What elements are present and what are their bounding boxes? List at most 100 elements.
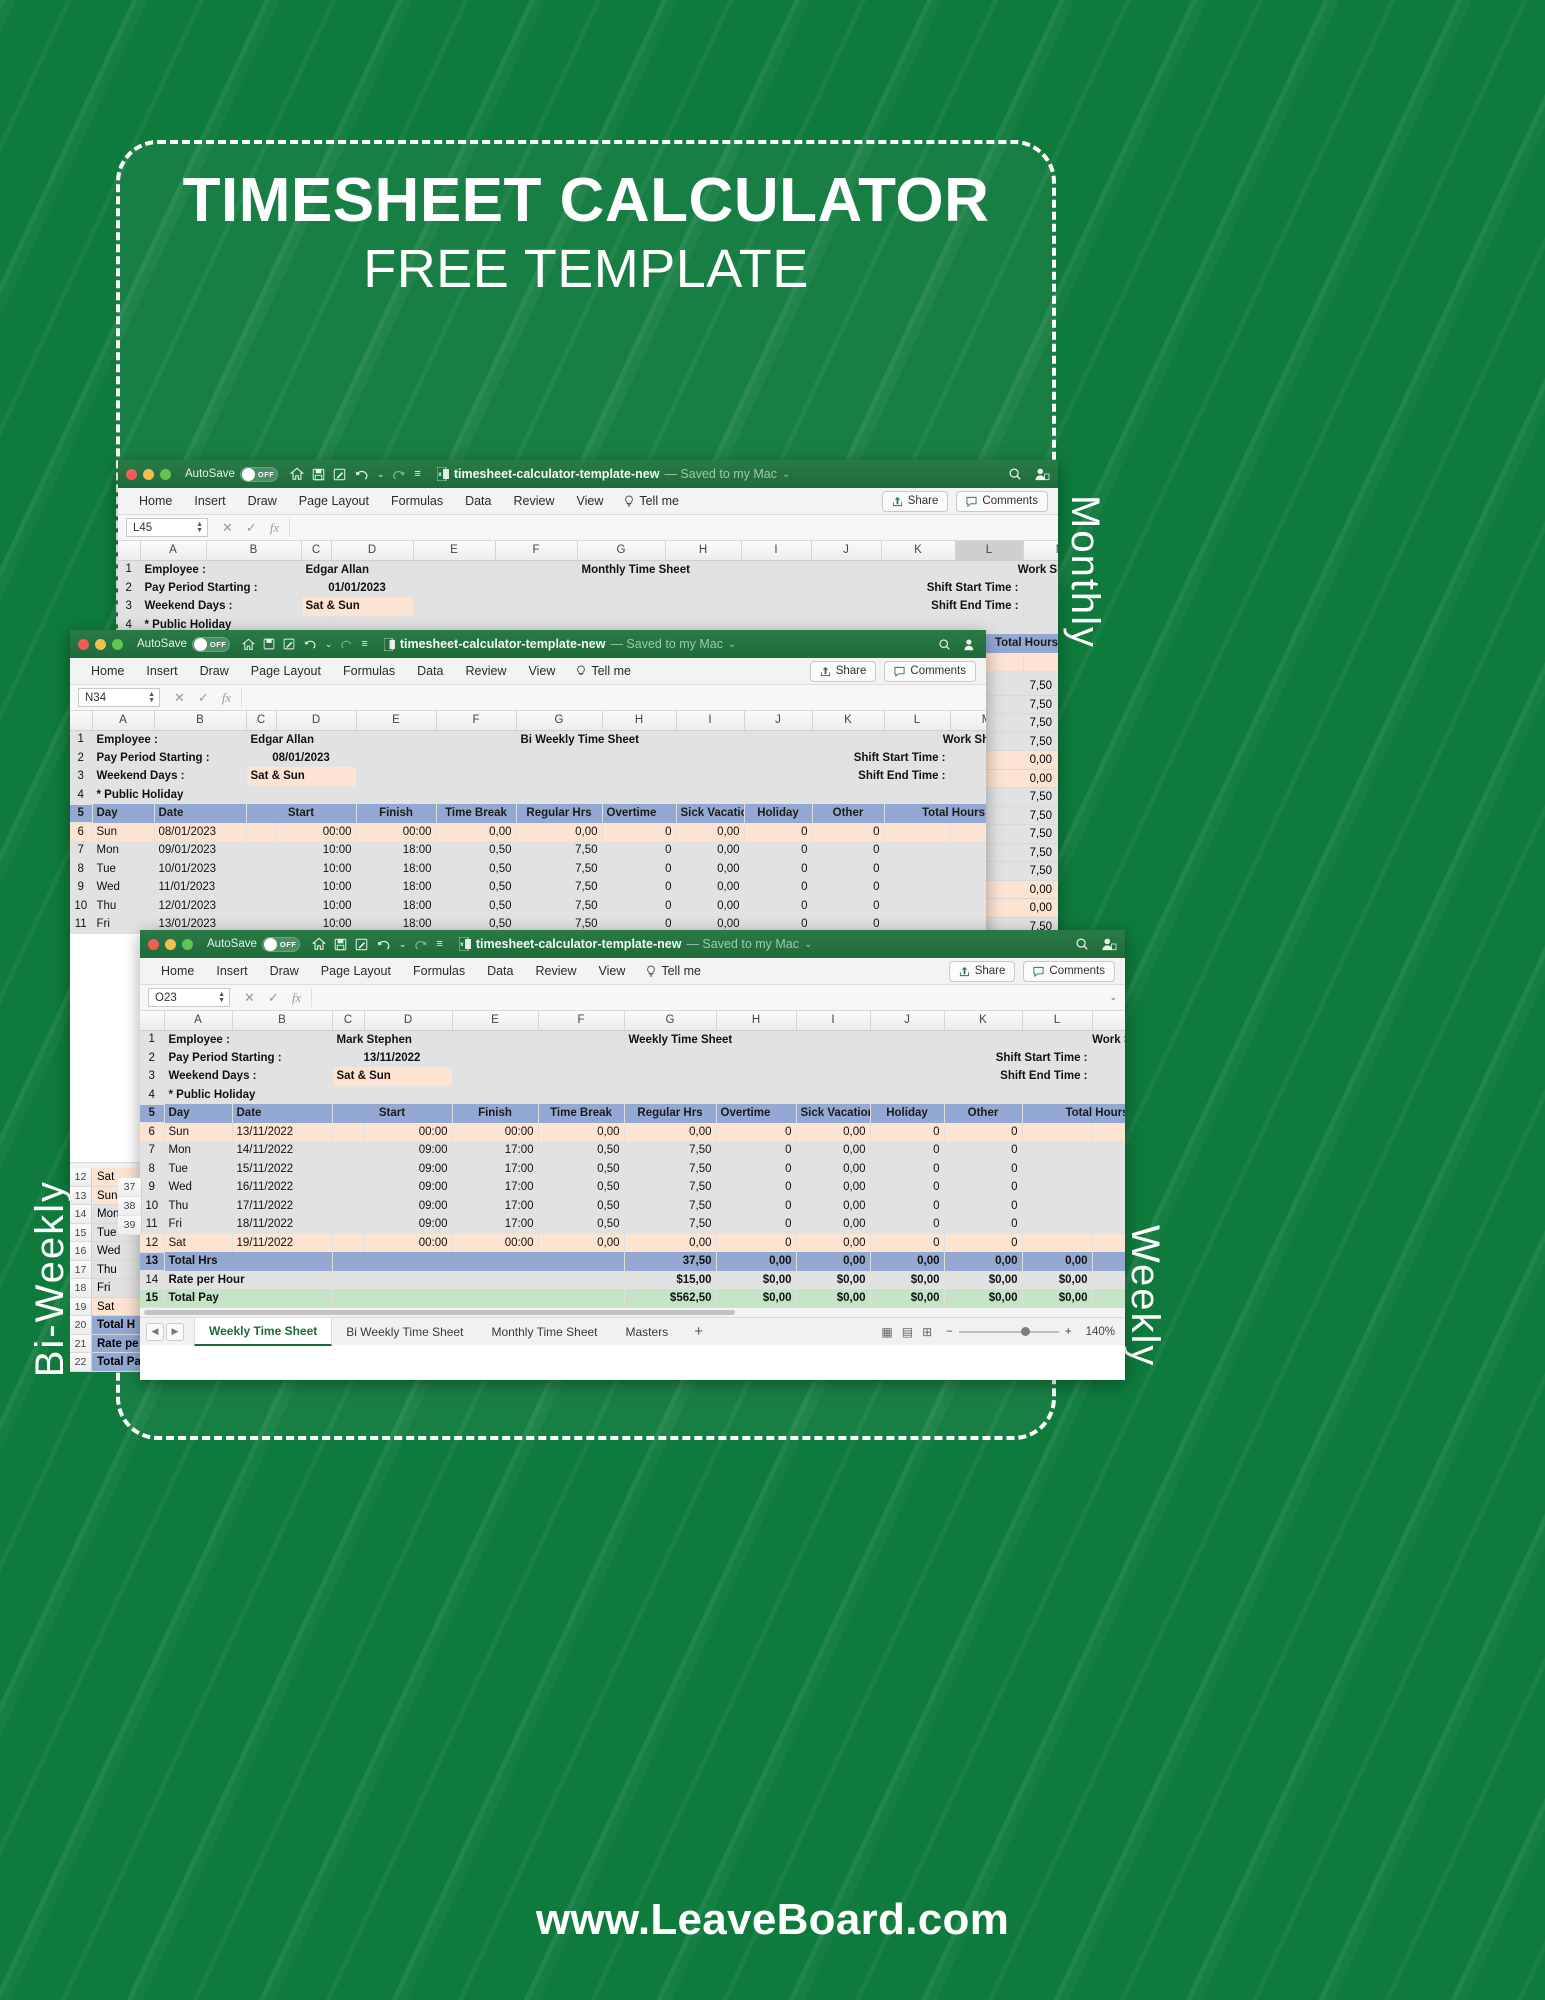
sp[interactable] [332, 1252, 625, 1271]
col-K[interactable]: K [881, 541, 956, 561]
autosave-toggle[interactable]: OFF [261, 936, 300, 952]
cell-finish[interactable]: 00:00 [452, 1233, 539, 1252]
col-C[interactable]: C [332, 1011, 365, 1031]
formula-actions[interactable]: ✕ ✓ fx [244, 990, 301, 1006]
row-header-22[interactable]: 22 [70, 1353, 92, 1371]
cell-finish[interactable]: 17:00 [452, 1196, 539, 1215]
grid-weekly[interactable]: A B C D E F G H I J K L M 1 Employee : M… [140, 1011, 1125, 1308]
cell-overtime[interactable]: 0 [716, 1178, 797, 1197]
row-header-39[interactable]: 39 [118, 1216, 142, 1235]
cell-start[interactable]: 10:00 [276, 841, 357, 860]
summary-label[interactable]: Rate per Hour [164, 1270, 333, 1289]
cell-time-break[interactable]: 0,50 [538, 1178, 625, 1197]
row-header-1[interactable]: 1 [70, 730, 93, 749]
cell-time-break[interactable]: 0,00 [436, 822, 517, 841]
cell-spacer[interactable] [246, 822, 277, 841]
cell-time-break[interactable]: 0,50 [436, 841, 517, 860]
cell-regular-hrs[interactable]: 7,50 [516, 841, 603, 860]
cell-regular-hrs[interactable]: 0,00 [624, 1233, 717, 1252]
row-header-12[interactable]: 12 [140, 1233, 165, 1253]
cell-day[interactable]: Mon [164, 1141, 233, 1160]
cell-total-hours[interactable]: 7,50 [950, 859, 986, 878]
cell-regular-hrs[interactable]: 7,50 [516, 878, 603, 897]
cell-time-break[interactable]: 0,50 [436, 878, 517, 897]
col-D[interactable]: D [331, 541, 414, 561]
insert-function-icon[interactable]: fx [292, 990, 301, 1006]
share-button[interactable]: Share [948, 960, 1016, 982]
prev-sheet-icon[interactable]: ◀ [146, 1322, 164, 1341]
ribbon-tab-formulas[interactable]: Formulas [380, 488, 454, 515]
cell-sick-vacation[interactable]: 0,00 [796, 1159, 871, 1178]
formula-bar-monthly[interactable]: L45 ▲ ▼ ✕ ✓ fx [118, 515, 1058, 541]
cell-other[interactable]: 0 [944, 1141, 1023, 1160]
cell-overtime[interactable]: 0 [602, 841, 677, 860]
cell-spacer2[interactable] [1022, 1159, 1093, 1178]
summary-regular[interactable]: $15,00 [624, 1270, 717, 1289]
qat-overflow-icon[interactable]: ≡ [361, 638, 367, 650]
cell-other[interactable]: 0 [812, 859, 885, 878]
cell-other[interactable]: 0 [944, 1178, 1023, 1197]
insert-function-icon[interactable]: fx [270, 520, 279, 536]
cell-time-break[interactable]: 0,50 [538, 1159, 625, 1178]
summary-sick[interactable]: $0,00 [796, 1270, 871, 1289]
cell-holiday[interactable]: 0 [744, 878, 813, 897]
grid-biweekly[interactable]: A B C D E F G H I J K L M 1 Employee : E… [70, 711, 986, 934]
row-header-20[interactable]: 20 [70, 1316, 92, 1334]
ribbon-tab-page-layout[interactable]: Page Layout [288, 488, 380, 515]
cell-spacer[interactable] [332, 1159, 365, 1178]
ribbon-tab-formulas[interactable]: Formulas [402, 958, 476, 985]
row-header-19[interactable]: 19 [70, 1297, 92, 1315]
cell-day[interactable]: Fri [92, 1279, 110, 1297]
cell-start[interactable]: 09:00 [364, 1141, 453, 1160]
row-header-2[interactable]: 2 [140, 1048, 165, 1068]
row-header-18[interactable]: 18 [70, 1279, 92, 1297]
cell-day[interactable]: Fri [164, 1215, 233, 1234]
col-E[interactable]: E [452, 1011, 539, 1031]
sheet-tab-biweekly[interactable]: Bi Weekly Time Sheet [332, 1319, 477, 1345]
cell-regular-hrs[interactable]: 7,50 [624, 1196, 717, 1215]
row-header-13[interactable]: 13 [140, 1252, 165, 1271]
cell-overtime[interactable]: 0 [716, 1122, 797, 1141]
tell-me-button[interactable]: Tell me [566, 664, 641, 678]
zoom-out-icon[interactable]: − [946, 1326, 953, 1338]
weekend-value-biweekly[interactable]: Sat & Sun [246, 767, 357, 786]
col-J[interactable]: J [811, 541, 882, 561]
weekend-value-monthly[interactable]: Sat & Sun [301, 597, 414, 616]
cell-day[interactable]: Sat [92, 1168, 114, 1186]
cell-time-break[interactable]: 0,50 [436, 859, 517, 878]
row-header-15[interactable]: 15 [140, 1289, 165, 1308]
cell-overtime[interactable]: 0 [716, 1233, 797, 1252]
cell-total-hours[interactable]: 7,50 [1092, 1159, 1125, 1178]
row-header-14[interactable]: 14 [70, 1205, 92, 1223]
cell-total-hours[interactable]: 0,00 [1092, 1233, 1125, 1252]
table-row[interactable]: 12 Sat 19/11/2022 00:00 00:00 0,00 0,00 0 0,00 0 0… [140, 1233, 1125, 1253]
row-header-4[interactable]: 4 [140, 1085, 165, 1105]
cell-holiday[interactable]: 0 [870, 1196, 945, 1215]
cell-date[interactable]: 17/11/2022 [232, 1196, 333, 1215]
cell-start[interactable]: 10:00 [276, 896, 357, 915]
cell-sick-vacation[interactable]: 0,00 [676, 822, 745, 841]
col-E[interactable]: E [356, 711, 437, 731]
cell-day[interactable]: Sat [92, 1298, 114, 1316]
formula-expand-chevron-down-icon[interactable]: ⌄ [1101, 992, 1125, 1003]
col-H[interactable]: H [716, 1011, 797, 1031]
share-button[interactable]: Share [809, 660, 877, 682]
minimize-icon[interactable] [95, 638, 106, 650]
cell-total-hours[interactable]: 7,50 [1092, 1215, 1125, 1234]
cell-overtime[interactable]: 0 [716, 1159, 797, 1178]
cell-holiday[interactable]: 0 [870, 1233, 945, 1252]
autosave-toggle[interactable]: OFF [191, 636, 230, 652]
cell-day[interactable]: Wed [92, 1242, 120, 1260]
summary-row[interactable]: 13Total Hrs37,500,000,000,000,000,0037,5… [140, 1252, 1125, 1271]
table-row[interactable]: 6Sun13/11/202200:0000:000,000,0000,00000… [140, 1122, 1125, 1142]
cell-date[interactable]: 15/11/2022 [232, 1159, 333, 1178]
formula-input-biweekly[interactable] [241, 688, 986, 707]
cell-sick-vacation[interactable]: 0,00 [796, 1141, 871, 1160]
ribbon-right-weekly[interactable]: Share Comments [948, 960, 1125, 982]
ribbon-tab-review[interactable]: Review [502, 488, 565, 515]
cell-holiday[interactable]: 0 [870, 1159, 945, 1178]
name-box-spinner-icon[interactable]: ▲ ▼ [218, 991, 225, 1004]
row-header-1[interactable]: 1 [118, 560, 141, 579]
cell-spacer2[interactable] [1022, 1141, 1093, 1160]
ribbon-tab-view[interactable]: View [517, 658, 566, 685]
